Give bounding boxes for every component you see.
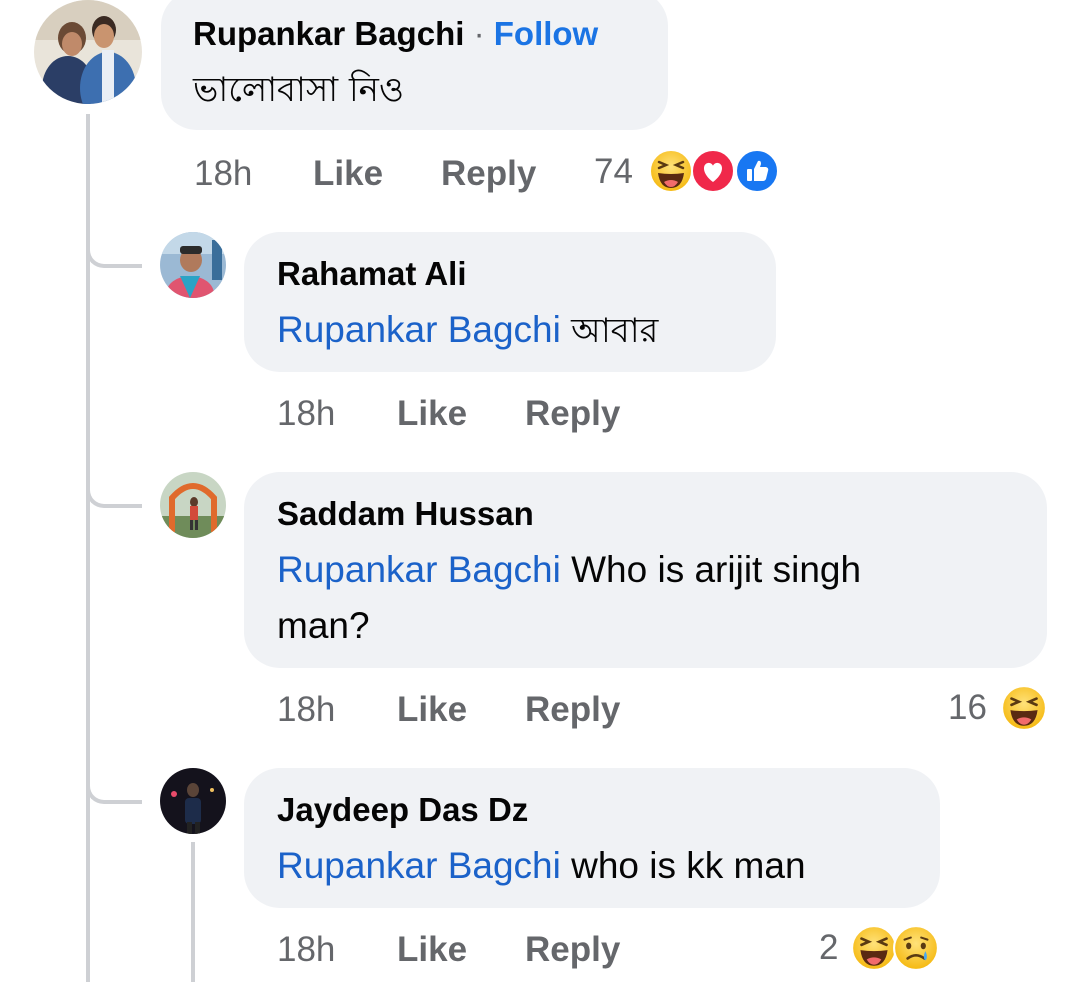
comment-text: Rupankar Bagchi আবার [277, 302, 658, 359]
comment-text-body: Who is arijit singh [571, 549, 862, 590]
thread-connector-2 [86, 490, 142, 508]
thread-connector-1 [86, 250, 142, 268]
thread-line-sub [191, 842, 195, 982]
mention-link[interactable]: Rupankar Bagchi [277, 845, 561, 886]
like-button[interactable]: Like [397, 394, 467, 434]
mention-link[interactable]: Rupankar Bagchi [277, 549, 561, 590]
reaction-count: 2 [819, 928, 839, 967]
comment-text-body: আবার [571, 311, 659, 351]
comment-text: Rupankar Bagchi Who is arijit singh [277, 542, 861, 598]
follow-button[interactable]: Follow [494, 15, 598, 52]
like-icon [735, 149, 779, 193]
thread-line-main [86, 114, 90, 982]
separator-dot: · [473, 15, 485, 52]
comment-time[interactable]: 18h [277, 930, 335, 970]
comment-author[interactable]: Jaydeep Das Dz [277, 791, 528, 829]
avatar[interactable] [160, 768, 226, 834]
sad-emoji-icon [893, 925, 939, 971]
reply-button[interactable]: Reply [525, 394, 620, 434]
reaction-count: 16 [948, 688, 987, 727]
laugh-emoji-icon [1001, 685, 1047, 731]
mention-link[interactable]: Rupankar Bagchi [277, 309, 561, 350]
reply-button[interactable]: Reply [525, 690, 620, 730]
like-button[interactable]: Like [397, 930, 467, 970]
comment-time[interactable]: 18h [277, 690, 335, 730]
avatar[interactable] [160, 232, 226, 298]
laugh-emoji-icon [851, 925, 897, 971]
like-button[interactable]: Like [313, 154, 383, 194]
thread-connector-3 [86, 786, 142, 804]
reply-button[interactable]: Reply [525, 930, 620, 970]
comment-text-body: who is kk man [571, 845, 806, 886]
comment-time[interactable]: 18h [277, 394, 335, 434]
reply-button[interactable]: Reply [441, 154, 536, 194]
comment-author[interactable]: Rupankar Bagchi · Follow [193, 15, 598, 53]
comment-author[interactable]: Rahamat Ali [277, 255, 467, 293]
comment-text-line2: man? [277, 605, 370, 646]
comment-time[interactable]: 18h [194, 154, 252, 194]
like-button[interactable]: Like [397, 690, 467, 730]
comment-author[interactable]: Saddam Hussan [277, 495, 534, 533]
laugh-emoji-icon [649, 149, 693, 193]
avatar[interactable] [160, 472, 226, 538]
love-icon [691, 149, 735, 193]
reaction-count: 74 [594, 152, 633, 191]
avatar[interactable] [34, 0, 142, 104]
comment-text: ভালোবাসা নিও [193, 70, 405, 110]
comment-text: Rupankar Bagchi who is kk man [277, 838, 806, 894]
